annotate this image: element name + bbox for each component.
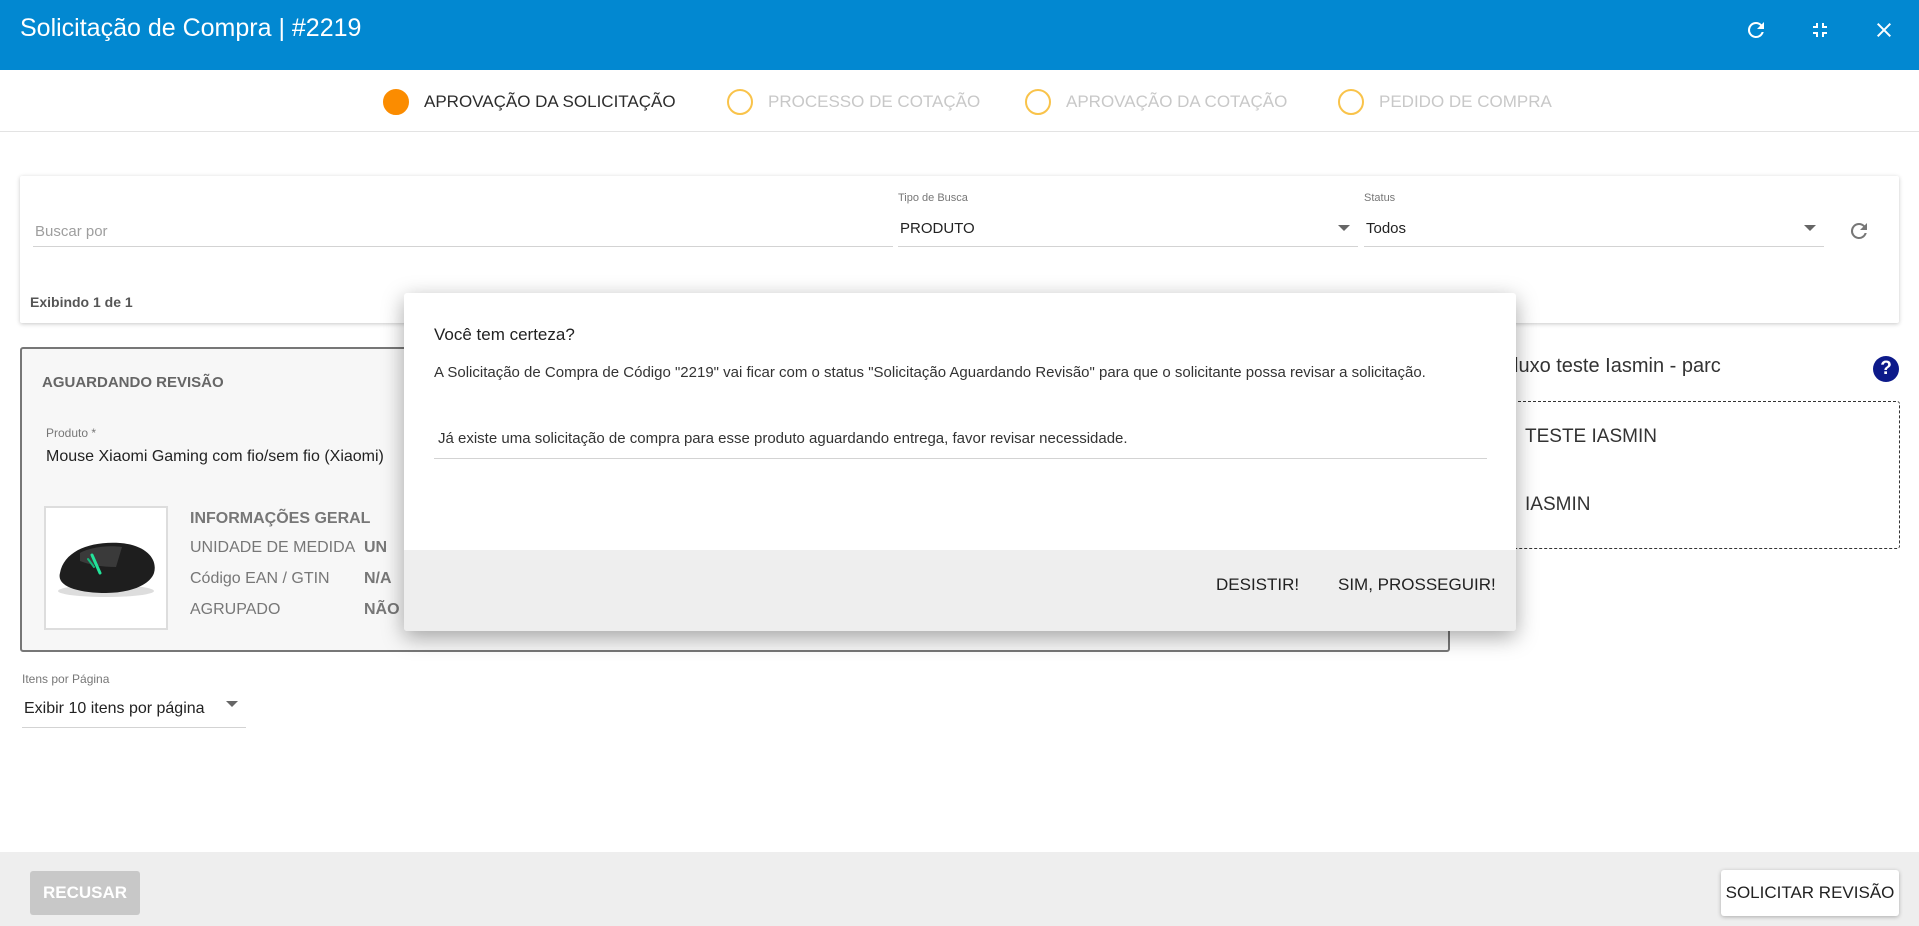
status-label: Status (1364, 192, 1396, 204)
info-label: AGRUPADO (190, 601, 281, 618)
stepper: APROVAÇÃO DA SOLICITAÇÃO PROCESSO DE COT… (0, 70, 1919, 132)
produto-label: Produto * (46, 426, 97, 440)
step-label: APROVAÇÃO DA SOLICITAÇÃO (424, 92, 676, 111)
prosseguir-button[interactable]: SIM, PROSSEGUIR! (1338, 575, 1496, 595)
step-processo-cotacao[interactable]: PROCESSO DE COTAÇÃO (727, 89, 980, 115)
desistir-button[interactable]: DESISTIR! (1216, 575, 1299, 595)
items-per-page-select[interactable]: Itens por Página Exibir 10 itens por pág… (22, 672, 246, 728)
results-count: Exibindo 1 de 1 (30, 294, 133, 310)
footer-bar: RECUSAR SOLICITAR REVISÃO (0, 852, 1919, 926)
dialog-title: Você tem certeza? (434, 325, 575, 344)
flow-title: luxo teste Iasmin - parc (1514, 355, 1721, 377)
window-title: Solicitação de Compra | #2219 (20, 14, 362, 42)
chevron-down-icon (1804, 225, 1816, 231)
chevron-down-icon (226, 701, 238, 707)
info-value: UN (364, 539, 388, 556)
close-icon[interactable] (1867, 13, 1901, 47)
justificativa-input[interactable]: Já existe uma solicitação de compra para… (434, 423, 1487, 459)
status-badge: AGUARDANDO REVISÃO (42, 374, 224, 391)
step-dot-icon (1025, 89, 1051, 115)
justificativa-value: Já existe uma solicitação de compra para… (438, 430, 1128, 447)
refresh-filter-icon[interactable] (1844, 216, 1874, 246)
step-label: PROCESSO DE COTAÇÃO (768, 92, 981, 111)
search-input[interactable]: Buscar por (33, 210, 893, 247)
produto-value: Mouse Xiaomi Gaming com fio/sem fio (Xia… (46, 448, 384, 465)
confirm-dialog: Você tem certeza? A Solicitação de Compr… (404, 293, 1516, 631)
items-per-page-value: Exibir 10 itens por página (24, 700, 205, 717)
tipo-busca-value: PRODUTO (900, 220, 975, 237)
dialog-footer: DESISTIR! SIM, PROSSEGUIR! (404, 550, 1516, 631)
refresh-icon[interactable] (1739, 13, 1773, 47)
step-aprovacao-cotacao[interactable]: APROVAÇÃO DA COTAÇÃO (1025, 89, 1287, 115)
produto-field[interactable]: Produto * Mouse Xiaomi Gaming com fio/se… (46, 426, 426, 478)
tipo-busca-label: Tipo de Busca (898, 192, 968, 204)
flow-item: TESTE IASMIN (1525, 426, 1657, 447)
help-icon[interactable]: ? (1873, 356, 1899, 382)
minimize-icon[interactable] (1803, 13, 1837, 47)
step-dot-icon (727, 89, 753, 115)
info-label: Código EAN / GTIN (190, 570, 330, 587)
info-value: NÃO (364, 601, 400, 618)
mouse-icon (58, 542, 155, 597)
items-per-page-label: Itens por Página (22, 672, 110, 686)
product-image (44, 506, 168, 630)
search-placeholder: Buscar por (35, 223, 108, 240)
solicitar-revisao-button[interactable]: SOLICITAR REVISÃO (1721, 870, 1899, 916)
step-active-dot-icon (383, 89, 409, 115)
status-value: Todos (1366, 220, 1407, 237)
step-dot-icon (1338, 89, 1364, 115)
step-pedido-compra[interactable]: PEDIDO DE COMPRA (1338, 89, 1552, 115)
chevron-down-icon (1338, 225, 1350, 231)
dialog-message: A Solicitação de Compra de Código "2219"… (434, 364, 1426, 381)
title-bar: Solicitação de Compra | #2219 (0, 0, 1919, 70)
step-label: APROVAÇÃO DA COTAÇÃO (1066, 92, 1288, 111)
flow-box: TESTE IASMIN IASMIN (1500, 401, 1900, 549)
recusar-button[interactable]: RECUSAR (30, 871, 140, 915)
status-select[interactable]: Status Todos (1364, 192, 1824, 247)
step-aprovacao-solicitacao[interactable]: APROVAÇÃO DA SOLICITAÇÃO (383, 89, 676, 115)
info-value: N/A (364, 570, 392, 587)
flow-item: IASMIN (1525, 494, 1591, 515)
step-label: PEDIDO DE COMPRA (1379, 92, 1552, 111)
info-label: UNIDADE DE MEDIDA (190, 539, 356, 556)
tipo-busca-select[interactable]: Tipo de Busca PRODUTO (898, 192, 1358, 247)
info-title: INFORMAÇÕES GERAL (190, 510, 371, 527)
